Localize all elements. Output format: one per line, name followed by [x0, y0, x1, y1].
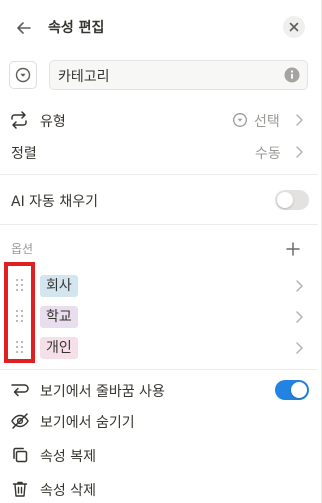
- ai-autofill-row[interactable]: AI 자동 채우기: [0, 189, 318, 211]
- wrap-in-view-toggle[interactable]: [275, 380, 309, 400]
- divider: [0, 224, 318, 225]
- plus-icon: [286, 242, 300, 256]
- toggle-knob: [291, 382, 307, 398]
- eye-off-icon: [10, 412, 30, 430]
- close-icon: [289, 22, 299, 32]
- duplicate-icon: [10, 445, 30, 465]
- option-item-회사[interactable]: 회사: [0, 274, 318, 298]
- edit-property-panel: 속성 편집 카테고리 유형 선택 정렬 수동 AI 자동 채우기 옵션 회사 학…: [0, 0, 322, 503]
- chevron-right-icon: [295, 145, 304, 159]
- trash-icon: [10, 479, 30, 499]
- option-tag: 회사: [40, 275, 78, 297]
- wrap-in-view-row[interactable]: 보기에서 줄바꿈 사용: [0, 379, 318, 401]
- hide-in-view-label: 보기에서 숨기기: [40, 415, 135, 431]
- option-item-학교[interactable]: 학교: [0, 305, 318, 329]
- arrow-left-icon: [17, 22, 31, 34]
- toggle-knob: [277, 192, 293, 208]
- add-option-button[interactable]: [284, 240, 302, 258]
- type-row[interactable]: 유형 선택: [0, 109, 318, 131]
- chevron-right-icon: [295, 341, 304, 355]
- type-value: 선택: [254, 114, 280, 130]
- duplicate-property-label: 속성 복제: [40, 449, 96, 465]
- divider: [0, 174, 318, 175]
- wrap-in-view-label: 보기에서 줄바꿈 사용: [40, 384, 165, 400]
- type-change-icon: [9, 111, 29, 129]
- close-button[interactable]: [283, 16, 305, 38]
- delete-property-label: 속성 삭제: [40, 483, 96, 499]
- chevron-right-icon: [295, 279, 304, 293]
- chevron-right-icon: [295, 113, 304, 127]
- wrap-icon: [10, 381, 30, 399]
- chevron-right-icon: [295, 310, 304, 324]
- property-name-value: 카테고리: [58, 69, 110, 85]
- ai-autofill-toggle[interactable]: [275, 190, 309, 210]
- divider: [0, 369, 318, 370]
- delete-property-row[interactable]: 속성 삭제: [0, 478, 318, 500]
- options-section-label: 옵션: [11, 242, 34, 256]
- option-tag: 학교: [40, 306, 78, 328]
- select-circle-icon: [15, 67, 31, 83]
- sort-row[interactable]: 정렬 수동: [0, 141, 318, 163]
- back-button[interactable]: [14, 18, 34, 38]
- duplicate-property-row[interactable]: 속성 복제: [0, 444, 318, 466]
- type-label: 유형: [40, 114, 66, 130]
- page-title: 속성 편집: [48, 20, 105, 36]
- sort-value: 수동: [255, 146, 281, 162]
- sort-label: 정렬: [11, 146, 37, 162]
- hide-in-view-row[interactable]: 보기에서 숨기기: [0, 410, 318, 432]
- select-type-icon: [232, 112, 248, 128]
- property-name-input[interactable]: 카테고리: [49, 60, 308, 90]
- option-item-개인[interactable]: 개인: [0, 336, 318, 360]
- option-tag: 개인: [40, 337, 78, 359]
- highlight-box: [4, 262, 35, 363]
- property-type-icon-button[interactable]: [9, 61, 37, 89]
- info-icon[interactable]: [284, 67, 300, 83]
- ai-autofill-label: AI 자동 채우기: [11, 194, 99, 210]
